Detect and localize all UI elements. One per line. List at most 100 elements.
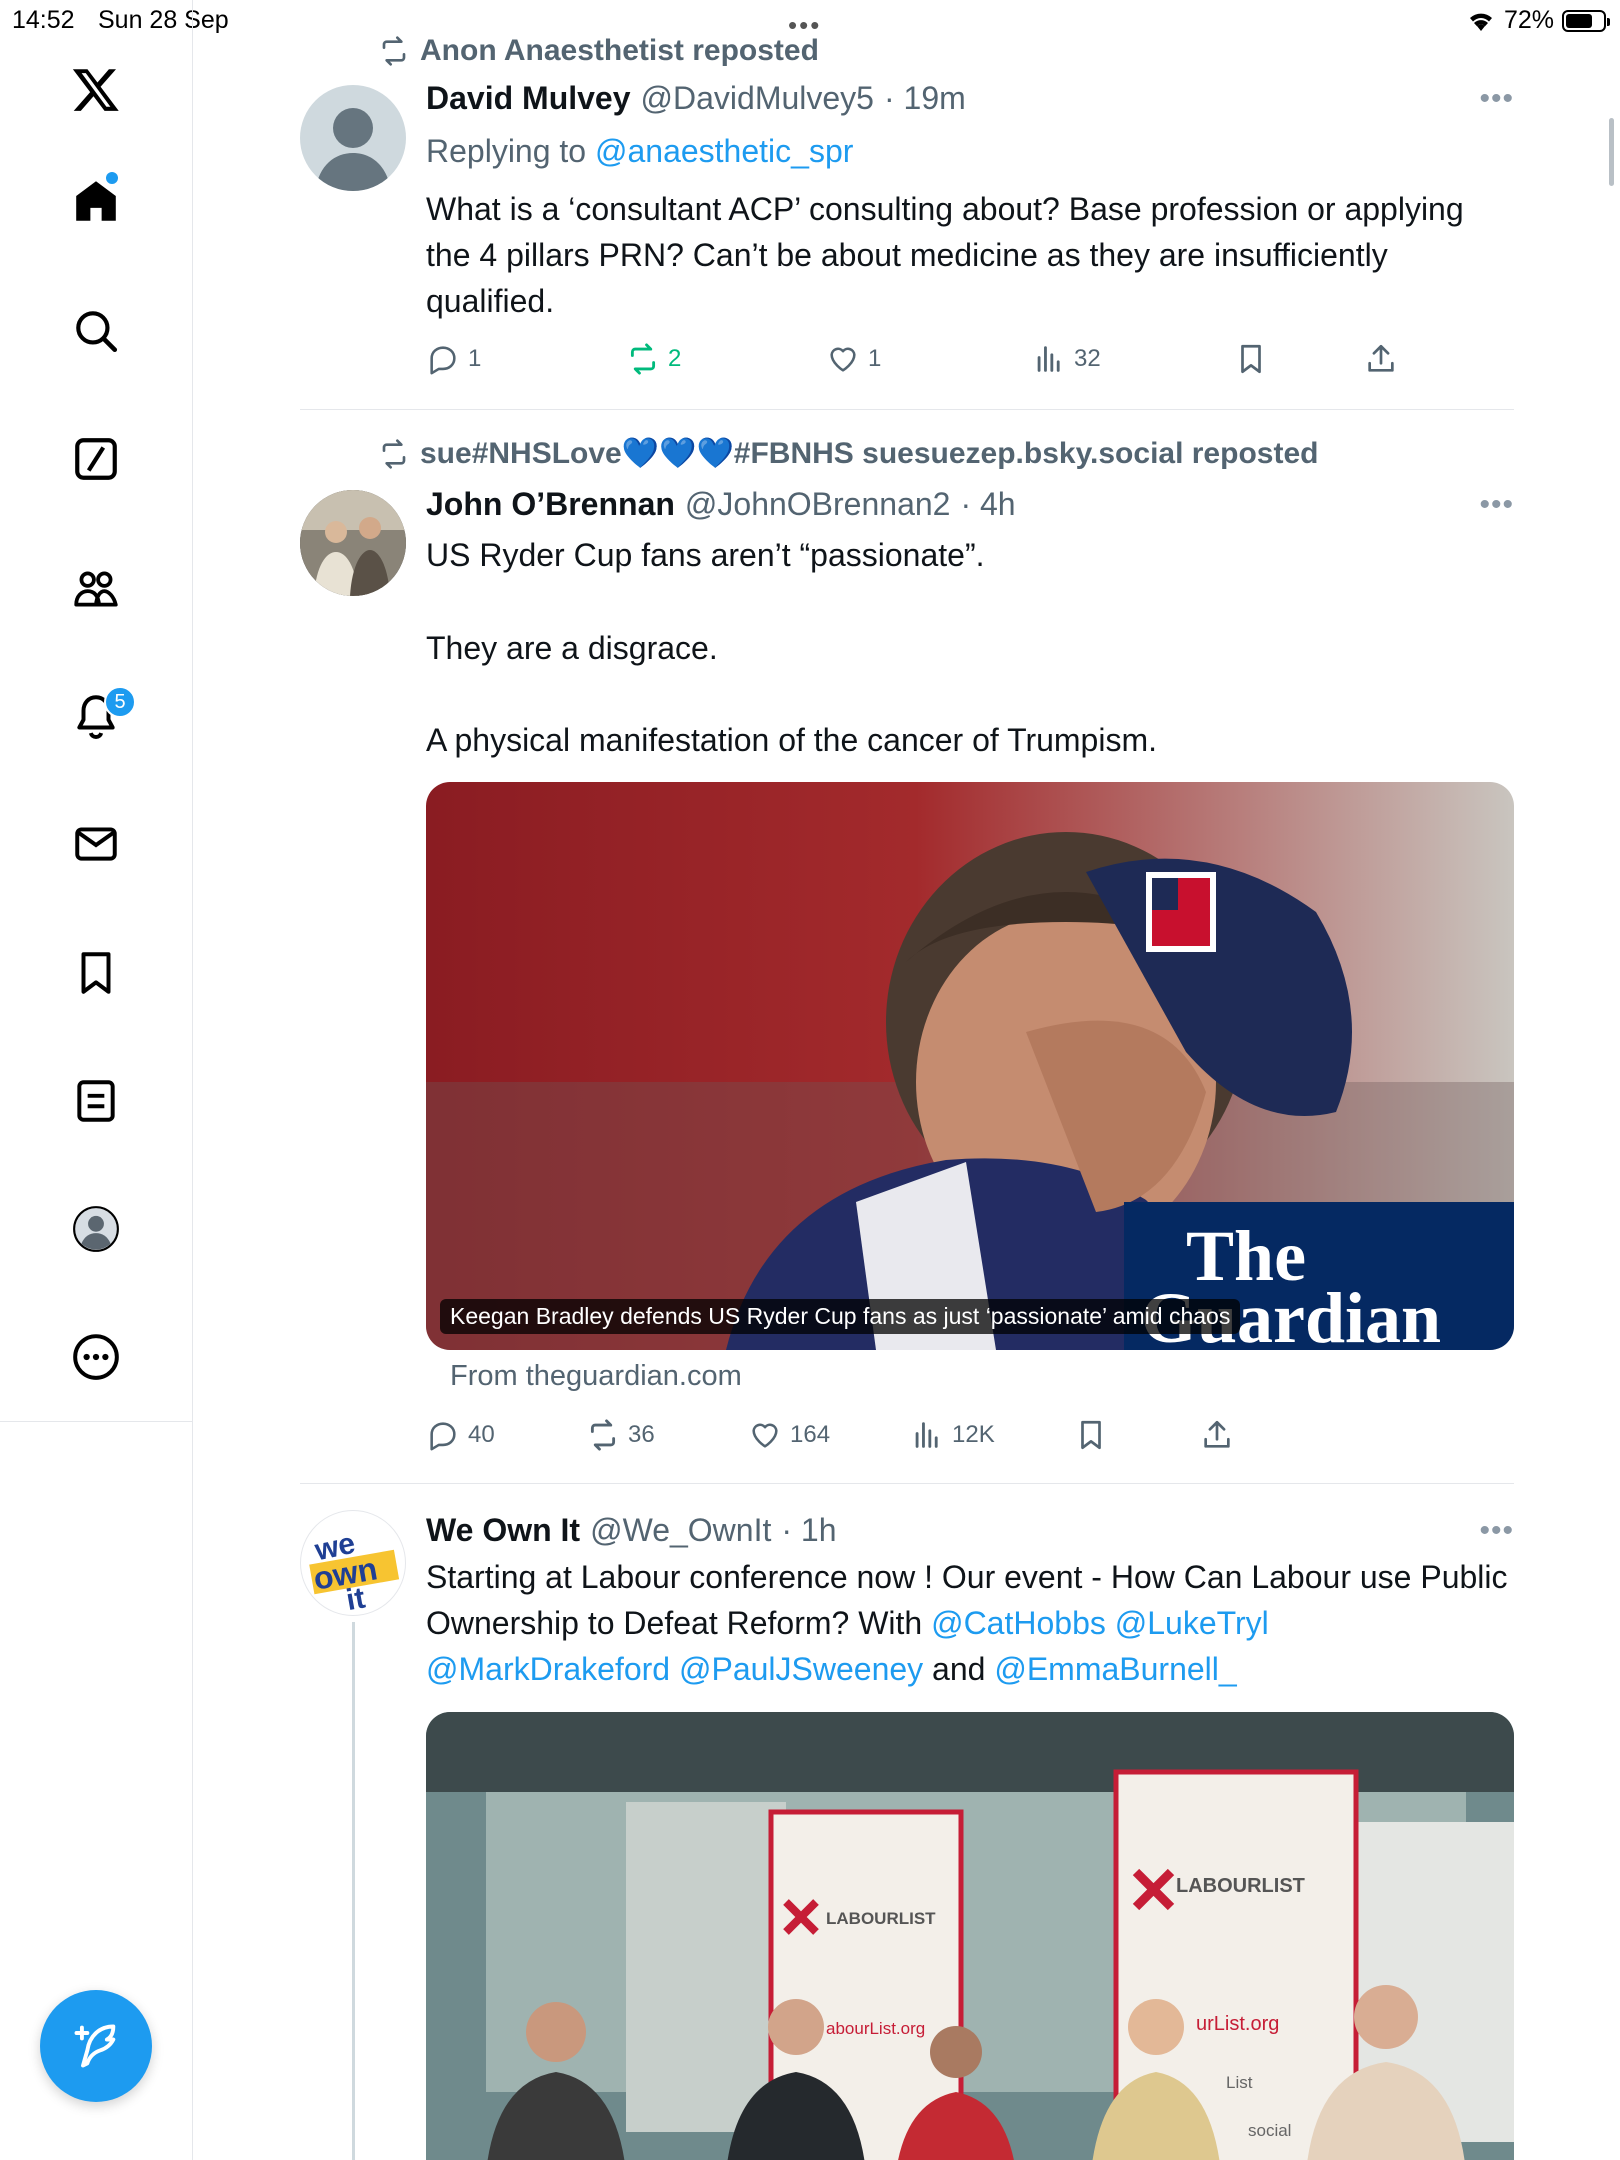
tweet-time[interactable]: · 19m bbox=[884, 80, 966, 117]
author-name[interactable]: We Own It bbox=[426, 1512, 580, 1549]
banner-left-title: LABOURLIST bbox=[826, 1909, 936, 1928]
repost-button[interactable]: 2 bbox=[626, 342, 681, 376]
battery-percent: 72% bbox=[1503, 6, 1554, 34]
author-name[interactable]: John O’Brennan bbox=[426, 486, 675, 523]
compose-feather-icon bbox=[74, 2024, 116, 2068]
repost-icon bbox=[382, 36, 406, 66]
author-name[interactable]: David Mulvey bbox=[426, 80, 631, 117]
scrollbar[interactable] bbox=[1609, 118, 1614, 186]
like-button[interactable]: 164 bbox=[748, 1418, 830, 1452]
share-button[interactable] bbox=[1200, 1418, 1234, 1452]
views-icon bbox=[915, 1422, 938, 1448]
tweet-text: Starting at Labour conference now ! Our … bbox=[426, 1554, 1514, 1692]
bookmark-button[interactable] bbox=[1234, 342, 1268, 376]
repost-by-text: Anon Anaesthetist reposted bbox=[420, 34, 819, 67]
repost-button[interactable]: 36 bbox=[586, 1418, 655, 1452]
home-icon[interactable] bbox=[63, 168, 129, 234]
replying-prefix: Replying to bbox=[426, 133, 587, 169]
grok-icon[interactable] bbox=[63, 426, 129, 492]
thread-line bbox=[352, 1622, 355, 2160]
messages-icon[interactable] bbox=[63, 811, 129, 877]
reply-button[interactable]: 40 bbox=[426, 1418, 495, 1452]
share-icon bbox=[1204, 1420, 1230, 1448]
repost-icon bbox=[590, 1419, 616, 1451]
heart-icon bbox=[752, 1423, 778, 1448]
lists-icon[interactable] bbox=[63, 1068, 129, 1134]
view-count: 12K bbox=[952, 1421, 995, 1448]
card-image: The Guardian bbox=[426, 782, 1514, 1350]
like-button[interactable]: 1 bbox=[826, 342, 881, 376]
tweet-text-line: They are a disgrace. bbox=[426, 630, 718, 666]
replying-to: Replying to @anaesthetic_spr bbox=[426, 128, 1514, 174]
tweet-actions: 40 36 164 12K bbox=[426, 1418, 1426, 1458]
media-image[interactable]: LABOURLIST abourList.org LABOURLIST urLi… bbox=[426, 1712, 1514, 2160]
repost-icon bbox=[630, 343, 656, 375]
tweet-actions: 1 2 1 32 bbox=[426, 342, 1426, 382]
tweet-divider bbox=[300, 1483, 1514, 1484]
author-handle[interactable]: @We_OwnIt bbox=[590, 1512, 771, 1549]
repost-icon bbox=[382, 438, 406, 469]
reply-count: 1 bbox=[468, 345, 482, 372]
reply-icon bbox=[430, 346, 456, 375]
bookmark-icon bbox=[1081, 1420, 1101, 1450]
tweet-divider bbox=[300, 409, 1514, 410]
share-button[interactable] bbox=[1364, 342, 1398, 376]
communities-icon[interactable] bbox=[63, 555, 129, 621]
like-count: 164 bbox=[790, 1421, 831, 1448]
mention-link[interactable]: @EmmaBurnell_ bbox=[994, 1651, 1236, 1687]
more-options-icon[interactable] bbox=[63, 1324, 129, 1390]
event-photo: LABOURLIST abourList.org LABOURLIST urLi… bbox=[426, 1712, 1514, 2160]
profile-avatar-icon[interactable] bbox=[63, 1196, 129, 1262]
tweet-header: We Own It @We_OwnIt · 1h bbox=[426, 1512, 837, 1549]
repost-count: 2 bbox=[668, 345, 682, 372]
tweet-text-and: and bbox=[923, 1651, 995, 1687]
bookmark-button[interactable] bbox=[1074, 1418, 1108, 1452]
tweet-text: What is a ‘consultant ACP’ consulting ab… bbox=[426, 191, 1464, 319]
views-button[interactable]: 12K bbox=[910, 1418, 995, 1452]
tweet-text-line: A physical manifestation of the cancer o… bbox=[426, 722, 1157, 758]
reply-button[interactable]: 1 bbox=[426, 342, 481, 376]
sidebar: 5 bbox=[0, 0, 193, 1422]
repost-indicator: sue#NHSLove💙💙💙#FBNHS suesuezep.bsky.soci… bbox=[378, 436, 1318, 471]
wifi-icon bbox=[1469, 13, 1492, 31]
tweet-time[interactable]: · 4h bbox=[960, 486, 1015, 523]
avatar[interactable] bbox=[300, 85, 406, 191]
more-options-icon[interactable]: ••• bbox=[1479, 488, 1514, 522]
views-button[interactable]: 32 bbox=[1032, 342, 1101, 376]
compose-post-button[interactable] bbox=[40, 1990, 152, 2102]
search-icon[interactable] bbox=[63, 298, 129, 364]
reply-icon bbox=[430, 1422, 456, 1451]
card-source[interactable]: From theguardian.com bbox=[450, 1360, 742, 1393]
view-count: 32 bbox=[1074, 345, 1101, 372]
banner-right-extra1: List bbox=[1226, 2073, 1253, 2092]
banner-right-title: LABOURLIST bbox=[1176, 1875, 1305, 1897]
notifications-badge: 5 bbox=[104, 686, 136, 718]
tweet-text-line: US Ryder Cup fans aren’t “passionate”. bbox=[426, 537, 985, 573]
tweet-time[interactable]: · 1h bbox=[781, 1512, 836, 1549]
banner-right-url: urList.org bbox=[1196, 2013, 1279, 2035]
status-right: 72% bbox=[1466, 6, 1610, 35]
author-handle[interactable]: @JohnOBrennan2 bbox=[685, 486, 951, 523]
avatar[interactable] bbox=[300, 490, 406, 596]
battery-icon bbox=[1562, 9, 1610, 32]
share-icon bbox=[1368, 344, 1394, 372]
replying-to-handle[interactable]: @anaesthetic_spr bbox=[595, 133, 853, 169]
avatar[interactable]: we own it bbox=[300, 1510, 406, 1616]
more-options-icon[interactable]: ••• bbox=[1479, 1514, 1514, 1548]
like-count: 1 bbox=[868, 345, 882, 372]
more-options-icon[interactable]: ••• bbox=[1479, 82, 1514, 116]
bookmark-icon bbox=[1241, 344, 1261, 374]
heart-icon bbox=[830, 347, 856, 372]
reply-count: 40 bbox=[468, 1421, 495, 1448]
banner-left-url: abourList.org bbox=[826, 2019, 925, 2038]
repost-by-text: sue#NHSLove💙💙💙#FBNHS suesuezep.bsky.soci… bbox=[420, 437, 1319, 470]
x-logo-icon[interactable] bbox=[63, 56, 129, 122]
link-card[interactable]: The Guardian Keegan Bradley defends US R… bbox=[426, 782, 1514, 1350]
views-icon bbox=[1037, 346, 1060, 372]
bookmarks-icon[interactable] bbox=[63, 940, 129, 1006]
banner-right-extra2: social bbox=[1248, 2121, 1291, 2140]
tweet-header: David Mulvey @DavidMulvey5 · 19m bbox=[426, 80, 966, 117]
author-handle[interactable]: @DavidMulvey5 bbox=[641, 80, 874, 117]
repost-indicator: Anon Anaesthetist reposted bbox=[378, 34, 819, 68]
tweet-header: John O’Brennan @JohnOBrennan2 · 4h bbox=[426, 486, 1016, 523]
